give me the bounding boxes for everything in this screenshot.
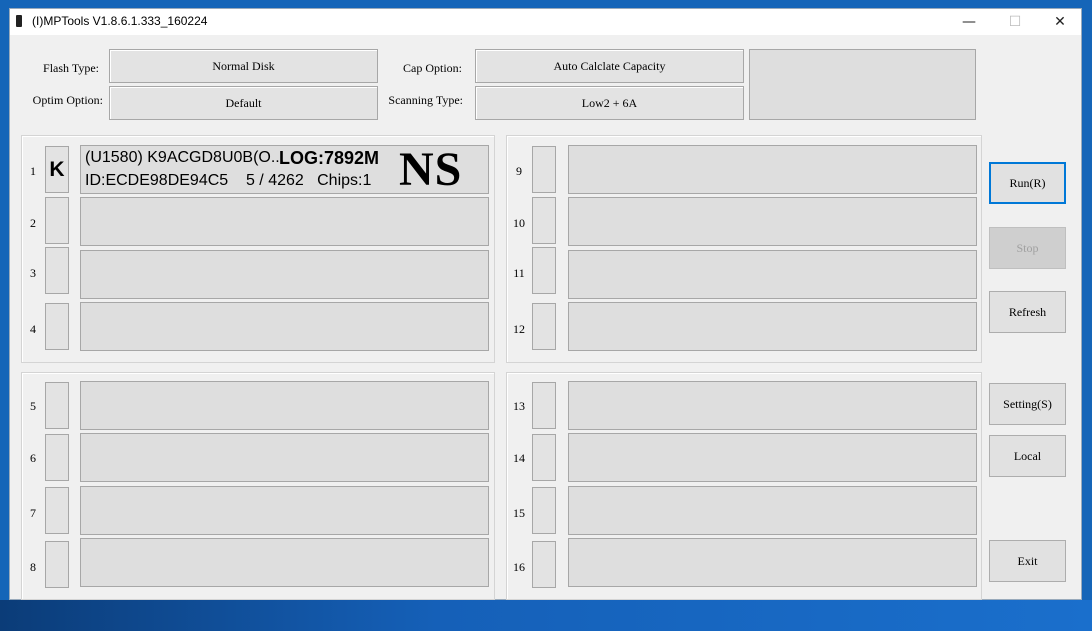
port-number: 4 xyxy=(30,322,36,336)
port-led xyxy=(532,146,556,193)
run-button[interactable]: Run(R) xyxy=(989,162,1066,204)
cap-option-label: Cap Option: xyxy=(403,61,462,75)
port-panel-10[interactable] xyxy=(568,197,977,246)
port-status-badge: NS xyxy=(399,143,463,196)
flash-type-field[interactable]: Normal Disk xyxy=(109,49,378,83)
port-led xyxy=(532,487,556,534)
exit-button[interactable]: Exit xyxy=(989,540,1066,582)
port-id-progress: ID:ECDE98DE94C5 5 / 4262 Chips:1 xyxy=(85,172,372,189)
port-log-size: LOG:7892M xyxy=(279,148,380,168)
port-led xyxy=(532,247,556,294)
port-number: 11 xyxy=(513,266,525,280)
port-led xyxy=(532,434,556,481)
port-led xyxy=(45,247,69,294)
port-number: 5 xyxy=(30,399,36,413)
port-led xyxy=(532,541,556,588)
minimize-button[interactable]: — xyxy=(946,9,992,35)
port-panel-9[interactable] xyxy=(568,145,977,194)
port-panel-8[interactable] xyxy=(80,538,489,587)
port-panel-7[interactable] xyxy=(80,486,489,535)
port-panel-11[interactable] xyxy=(568,250,977,299)
port-panel-12[interactable] xyxy=(568,302,977,351)
port-led xyxy=(45,382,69,429)
window-title: (I)MPTools V1.8.6.1.333_160224 xyxy=(32,14,208,28)
port-panel-16[interactable] xyxy=(568,538,977,587)
port-led xyxy=(532,382,556,429)
port-led xyxy=(45,541,69,588)
port-number: 2 xyxy=(30,216,36,230)
flash-type-label: Flash Type: xyxy=(43,61,99,75)
port-led xyxy=(45,434,69,481)
port-panel-14[interactable] xyxy=(568,433,977,482)
port-number: 7 xyxy=(30,506,36,520)
close-button[interactable]: ✕ xyxy=(1037,9,1083,35)
port-led xyxy=(45,487,69,534)
port-device-info: (U1580) K9ACGD8U0B(O... xyxy=(85,149,285,166)
desktop-background xyxy=(0,600,1092,631)
status-panel xyxy=(749,49,976,120)
port-panel-13[interactable] xyxy=(568,381,977,430)
maximize-button[interactable]: ☐ xyxy=(992,9,1038,35)
port-panel-4[interactable] xyxy=(80,302,489,351)
port-number: 12 xyxy=(513,322,525,336)
port-panel-6[interactable] xyxy=(80,433,489,482)
port-number: 6 xyxy=(30,451,36,465)
port-panel-3[interactable] xyxy=(80,250,489,299)
port-led xyxy=(45,197,69,244)
scanning-type-label: Scanning Type: xyxy=(388,93,463,107)
port-panel-1[interactable]: (U1580) K9ACGD8U0B(O... LOG:7892M ID:ECD… xyxy=(80,143,489,196)
port-number: 13 xyxy=(513,399,525,413)
app-window: (I)MPTools V1.8.6.1.333_160224 — ☐ ✕ Fla… xyxy=(9,8,1082,600)
port-number: 15 xyxy=(513,506,525,520)
local-button[interactable]: Local xyxy=(989,435,1066,477)
optim-option-field[interactable]: Default xyxy=(109,86,378,120)
port-led xyxy=(532,303,556,350)
port-number: 9 xyxy=(516,164,522,178)
port-led: K xyxy=(45,146,69,193)
refresh-button[interactable]: Refresh xyxy=(989,291,1066,333)
app-icon xyxy=(16,15,22,27)
port-number: 14 xyxy=(513,451,525,465)
port-number: 16 xyxy=(513,560,525,574)
optim-option-label: Optim Option: xyxy=(32,93,103,107)
title-bar[interactable]: (I)MPTools V1.8.6.1.333_160224 — ☐ ✕ xyxy=(10,9,1081,35)
stop-button[interactable]: Stop xyxy=(989,227,1066,269)
port-number: 3 xyxy=(30,266,36,280)
port-number: 8 xyxy=(30,560,36,574)
scanning-type-field[interactable]: Low2 + 6A xyxy=(475,86,744,120)
port-panel-5[interactable] xyxy=(80,381,489,430)
cap-option-field[interactable]: Auto Calclate Capacity xyxy=(475,49,744,83)
port-panel-15[interactable] xyxy=(568,486,977,535)
port-panel-2[interactable] xyxy=(80,197,489,246)
port-led xyxy=(45,303,69,350)
port-number: 10 xyxy=(513,216,525,230)
port-number: 1 xyxy=(30,164,36,178)
setting-button[interactable]: Setting(S) xyxy=(989,383,1066,425)
port-led xyxy=(532,197,556,244)
